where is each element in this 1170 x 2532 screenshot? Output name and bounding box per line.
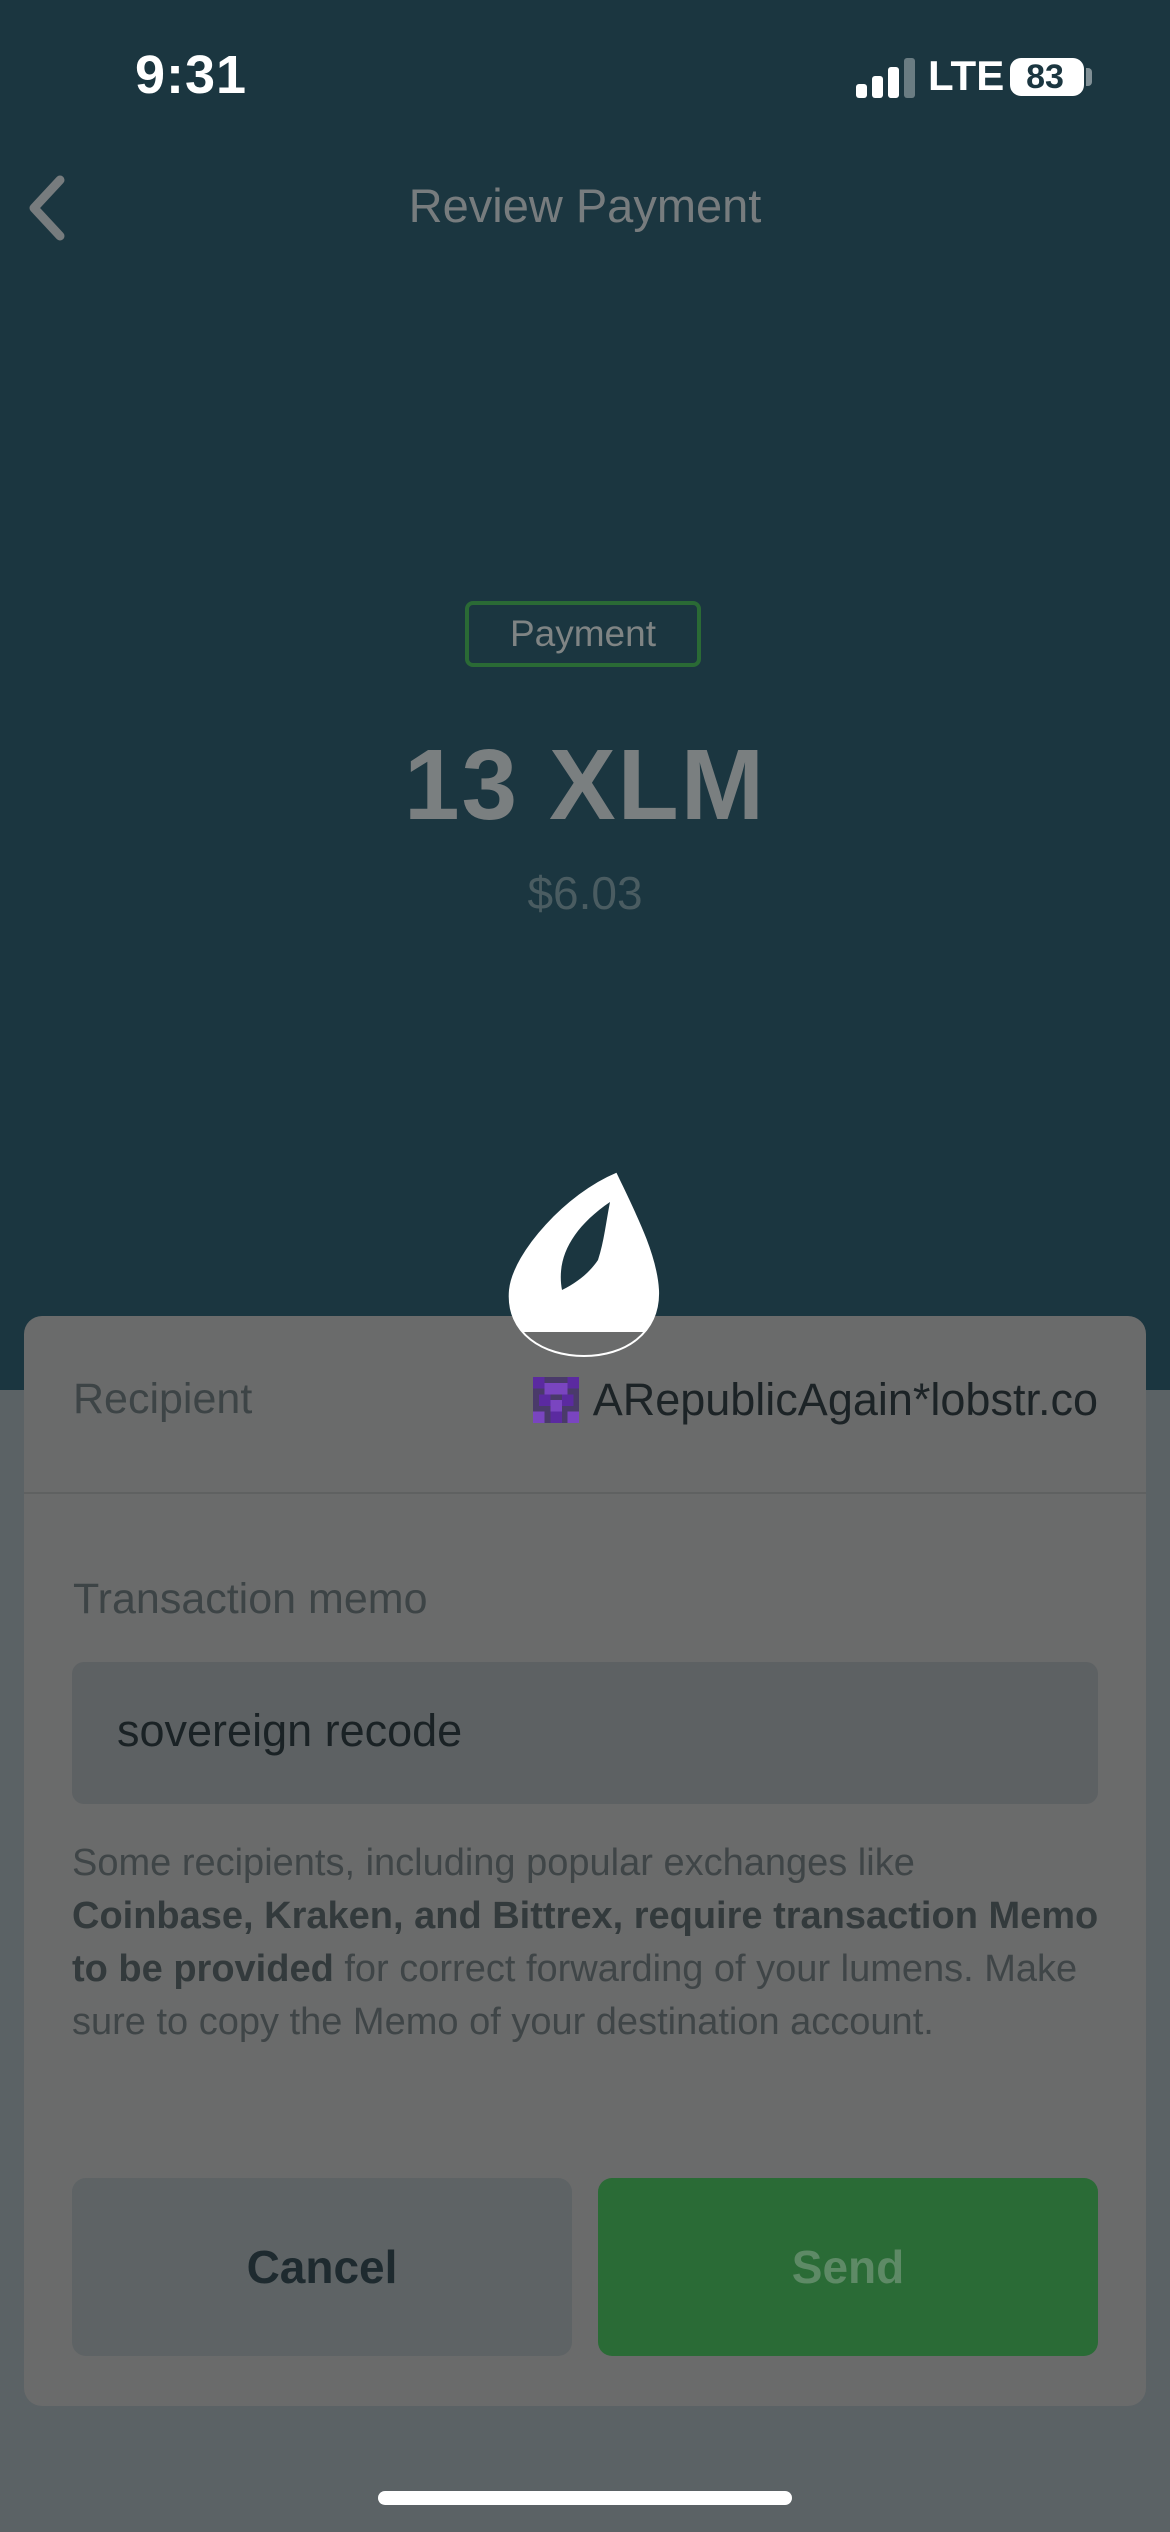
payment-amount: 13 XLM xyxy=(403,729,767,841)
battery-icon: 83 xyxy=(1010,58,1084,96)
status-time: 9:31 xyxy=(135,45,248,105)
divider xyxy=(24,1492,1146,1494)
review-payment-screen: 9:31 LTE 83 Review Payment Payment 13 XL… xyxy=(0,0,1170,2532)
send-button[interactable]: Send xyxy=(598,2178,1098,2356)
page-title: Review Payment xyxy=(408,179,762,232)
memo-label: Transaction memo xyxy=(73,1575,428,1623)
cancel-button[interactable]: Cancel xyxy=(72,2178,572,2356)
memo-value: sovereign recode xyxy=(117,1705,463,1756)
memo-hint: Some recipients, including popular excha… xyxy=(72,1837,1102,2049)
memo-hint-text: Some recipients, including popular excha… xyxy=(72,1842,915,1884)
fiat-value: $6.03 xyxy=(527,867,643,919)
battery-level: 83 xyxy=(1026,58,1064,96)
signal-strength-icon xyxy=(856,58,916,98)
recipient-name: ARepublicAgain*lobstr.co xyxy=(592,1374,1098,1425)
payment-type-badge: Payment xyxy=(465,601,701,667)
lobstr-logo-icon xyxy=(508,1172,660,1358)
recipient-label: Recipient xyxy=(73,1375,253,1423)
recipient-value: ARepublicAgain*lobstr.co xyxy=(532,1372,1098,1428)
home-indicator[interactable] xyxy=(378,2491,792,2505)
network-type: LTE xyxy=(928,52,1005,99)
recipient-avatar xyxy=(532,1377,579,1423)
battery-cap xyxy=(1086,68,1092,86)
